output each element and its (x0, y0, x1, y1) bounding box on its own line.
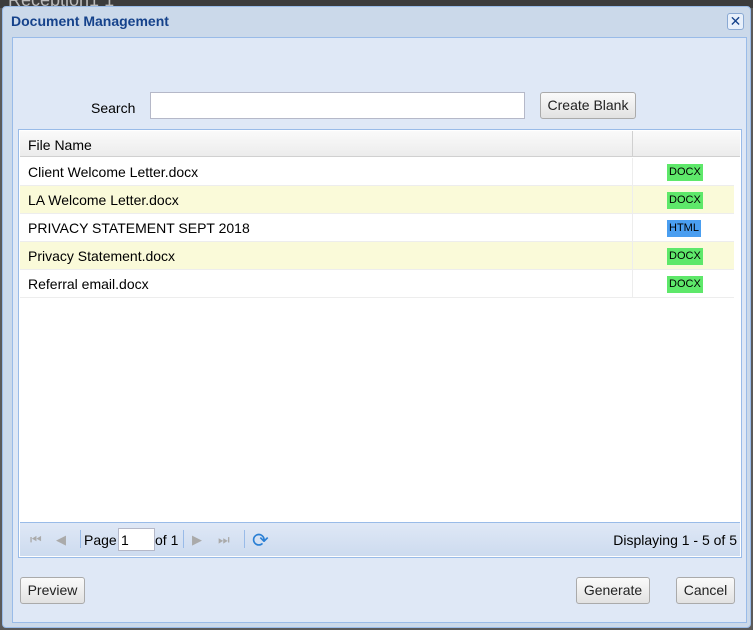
file-type-badge: HTML (667, 220, 701, 237)
page-count: of 1 (155, 532, 179, 548)
file-name: Referral email.docx (28, 276, 149, 292)
column-type[interactable] (632, 131, 633, 157)
table-row[interactable]: PRIVACY STATEMENT SEPT 2018 HTML (20, 214, 734, 242)
table-row[interactable]: Client Welcome Letter.docx DOCX (20, 158, 734, 186)
type-cell: DOCX (632, 158, 734, 186)
dialog-body: Search Create Blank File Name Client Wel… (12, 37, 747, 623)
separator (183, 530, 184, 548)
create-blank-button[interactable]: Create Blank (540, 92, 636, 119)
close-icon[interactable]: ✕ (727, 13, 744, 30)
type-cell: DOCX (632, 186, 734, 214)
last-page-icon[interactable]: ⏭ (218, 532, 230, 548)
separator (80, 530, 81, 548)
file-type-badge: DOCX (667, 164, 703, 181)
first-page-icon[interactable]: ⏮ (30, 532, 42, 548)
search-input[interactable] (150, 92, 525, 119)
cancel-button[interactable]: Cancel (676, 577, 735, 604)
table-row[interactable]: Referral email.docx DOCX (20, 270, 734, 298)
display-info: Displaying 1 - 5 of 5 (613, 532, 737, 548)
generate-button[interactable]: Generate (576, 577, 650, 604)
dialog-title: Document Management (11, 13, 169, 29)
table-row[interactable]: LA Welcome Letter.docx DOCX (20, 186, 734, 214)
page-number-input[interactable] (118, 528, 155, 551)
prev-page-icon[interactable]: ◀ (56, 532, 66, 548)
column-file-name[interactable]: File Name (28, 137, 92, 153)
table-row[interactable]: Privacy Statement.docx DOCX (20, 242, 734, 270)
grid-header: File Name (20, 131, 740, 157)
file-name: PRIVACY STATEMENT SEPT 2018 (28, 220, 250, 236)
search-label: Search (91, 100, 136, 116)
separator (244, 530, 245, 548)
file-type-badge: DOCX (667, 192, 703, 209)
preview-button[interactable]: Preview (20, 577, 85, 604)
documents-grid: File Name Client Welcome Letter.docx DOCX… (18, 129, 742, 558)
file-name: LA Welcome Letter.docx (28, 192, 179, 208)
page-label: Page (84, 532, 117, 548)
refresh-icon[interactable]: ⟳ (252, 528, 269, 553)
file-name: Privacy Statement.docx (28, 248, 176, 264)
type-cell: DOCX (632, 242, 734, 270)
next-page-icon[interactable]: ▶ (192, 532, 202, 548)
type-cell: DOCX (632, 270, 734, 298)
file-name: Client Welcome Letter.docx (28, 164, 199, 180)
type-cell: HTML (632, 214, 734, 242)
file-type-badge: DOCX (667, 248, 703, 265)
pager-toolbar: ⏮ ◀ Page of 1 ▶ ⏭ ⟳ Displaying 1 - 5 of … (20, 522, 740, 556)
file-type-badge: DOCX (667, 276, 703, 293)
document-management-dialog: Document Management ✕ Search Create Blan… (2, 6, 751, 628)
